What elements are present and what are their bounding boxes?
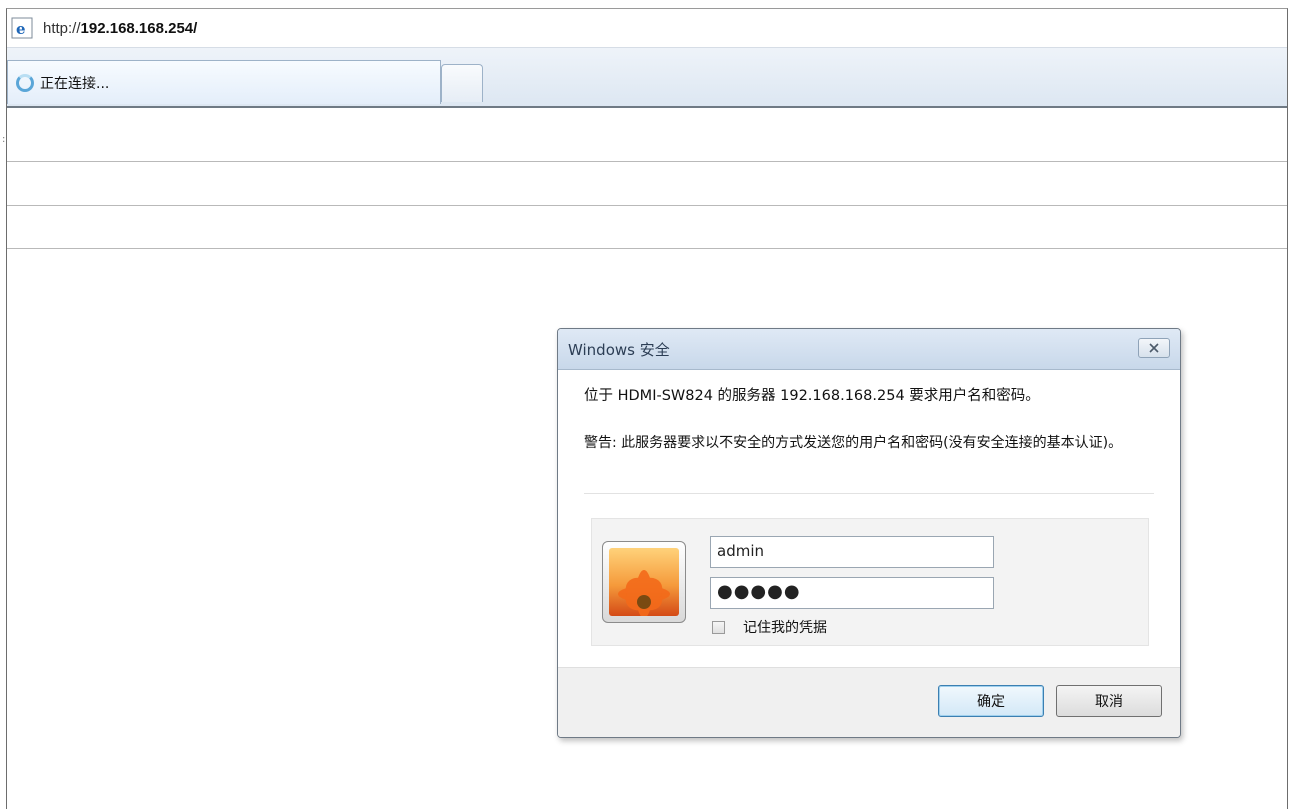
remember-label: 记住我的凭据 — [743, 620, 827, 636]
ok-button[interactable]: 确定 — [938, 685, 1044, 717]
avatar — [602, 541, 686, 623]
username-field[interactable]: admin — [710, 536, 994, 568]
dialog-body: 位于 HDMI-SW824 的服务器 192.168.168.254 要求用户名… — [558, 370, 1180, 667]
flower-avatar-icon — [609, 548, 679, 616]
ie-page-icon: e — [11, 17, 33, 39]
dialog-titlebar[interactable]: Windows 安全 — [558, 329, 1180, 370]
close-button[interactable] — [1138, 338, 1170, 358]
url-scheme: http:// — [43, 19, 81, 37]
address-bar[interactable]: e http://192.168.168.254/ — [7, 9, 1287, 48]
remember-credentials[interactable]: 记住我的凭据 — [712, 617, 827, 637]
tab-connecting[interactable]: 正在连接... — [7, 60, 441, 104]
url-host: 192.168.168.254/ — [80, 19, 198, 37]
new-tab-button[interactable] — [441, 64, 483, 102]
address-url[interactable]: http://192.168.168.254/ — [43, 20, 197, 37]
close-icon — [1149, 343, 1159, 353]
svg-text:e: e — [16, 20, 26, 38]
remember-checkbox[interactable] — [712, 620, 725, 634]
separator — [584, 493, 1154, 494]
cancel-button[interactable]: 取消 — [1056, 685, 1162, 717]
dialog-title: Windows 安全 — [568, 341, 670, 359]
auth-message: 位于 HDMI-SW824 的服务器 192.168.168.254 要求用户名… — [584, 388, 1040, 404]
password-field[interactable]: ●●●●● — [710, 577, 994, 609]
security-warning: 警告: 此服务器要求以不安全的方式发送您的用户名和密码(没有安全连接的基本认证)… — [584, 435, 1123, 451]
toolbar-divider — [7, 205, 1287, 206]
toolbar-divider — [7, 248, 1287, 249]
toolbar-divider — [7, 161, 1287, 162]
credential-panel: admin ●●●●● 记住我的凭据 — [591, 518, 1149, 646]
page-edge-mark: : — [2, 134, 6, 145]
loading-spinner-icon — [16, 73, 34, 92]
windows-security-dialog: Windows 安全 位于 HDMI-SW824 的服务器 192.168.16… — [557, 328, 1181, 738]
tab-strip: 正在连接... — [7, 48, 1287, 108]
tab-label: 正在连接... — [40, 75, 110, 92]
dialog-footer: 确定 取消 — [558, 667, 1180, 737]
